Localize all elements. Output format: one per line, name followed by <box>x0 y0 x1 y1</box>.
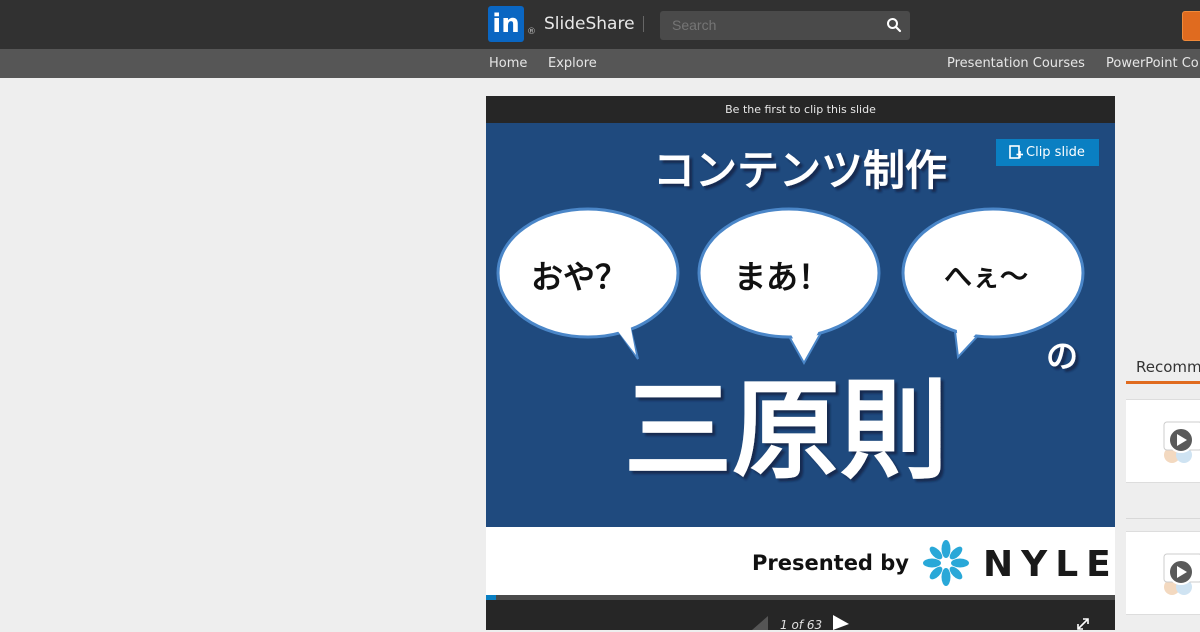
previous-slide-icon[interactable] <box>750 616 770 630</box>
recommended-heading: Recommended <box>1136 358 1200 376</box>
course-thumbnail-2 <box>1163 553 1200 595</box>
slide-image[interactable]: コンテンツ制作 おや？ まあ！ へぇ〜 の 三原則 Presented by N… <box>486 123 1115 595</box>
nav-presentation-courses[interactable]: Presentation Courses <box>947 56 1085 71</box>
clip-icon <box>1009 145 1023 159</box>
slide-title: コンテンツ制作 <box>653 146 947 195</box>
presented-by-text: Presented by <box>752 551 909 575</box>
bubble-text-1: おや？ <box>531 258 627 296</box>
course-thumbnail-1 <box>1163 421 1200 463</box>
upload-button[interactable] <box>1182 11 1200 41</box>
linkedin-logo[interactable]: in <box>488 6 524 42</box>
search-icon[interactable] <box>886 17 902 33</box>
slide-footer-art: Presented by NYLE <box>752 540 1115 586</box>
speech-bubble-3: へぇ〜 <box>901 207 1085 360</box>
clip-hint: Be the first to clip this slide <box>725 103 876 116</box>
speech-bubble-2: まあ！ <box>697 207 881 366</box>
slide-footer: Presented by NYLE <box>486 527 1115 595</box>
search-input[interactable] <box>660 11 910 40</box>
nav-home[interactable]: Home <box>489 56 527 71</box>
header-divider <box>643 16 644 32</box>
recommended-separator <box>1126 518 1200 519</box>
nav-explore[interactable]: Explore <box>548 56 597 71</box>
recommended-card-1[interactable] <box>1126 399 1200 483</box>
company-name: NYLE <box>983 544 1115 585</box>
fullscreen-icon[interactable] <box>1076 618 1090 630</box>
nav-powerpoint-courses[interactable]: PowerPoint Co <box>1106 56 1199 71</box>
bubble-text-2: まあ！ <box>734 258 830 296</box>
brand-name[interactable]: SlideShare <box>544 14 635 34</box>
slide-main-text: 三原則 <box>624 369 948 494</box>
recommended-underline <box>1126 381 1200 384</box>
recommended-card-2[interactable] <box>1126 531 1200 615</box>
speech-bubble-1: おや？ <box>496 207 680 360</box>
slide-artwork: コンテンツ制作 おや？ まあ！ へぇ〜 の 三原則 <box>496 146 1085 494</box>
nyle-logo-icon <box>923 540 969 586</box>
slide-particle: の <box>1046 337 1078 375</box>
next-slide-icon[interactable] <box>831 615 851 630</box>
registered-mark: ® <box>527 27 536 37</box>
bubble-text-3: へぇ〜 <box>944 260 1028 293</box>
